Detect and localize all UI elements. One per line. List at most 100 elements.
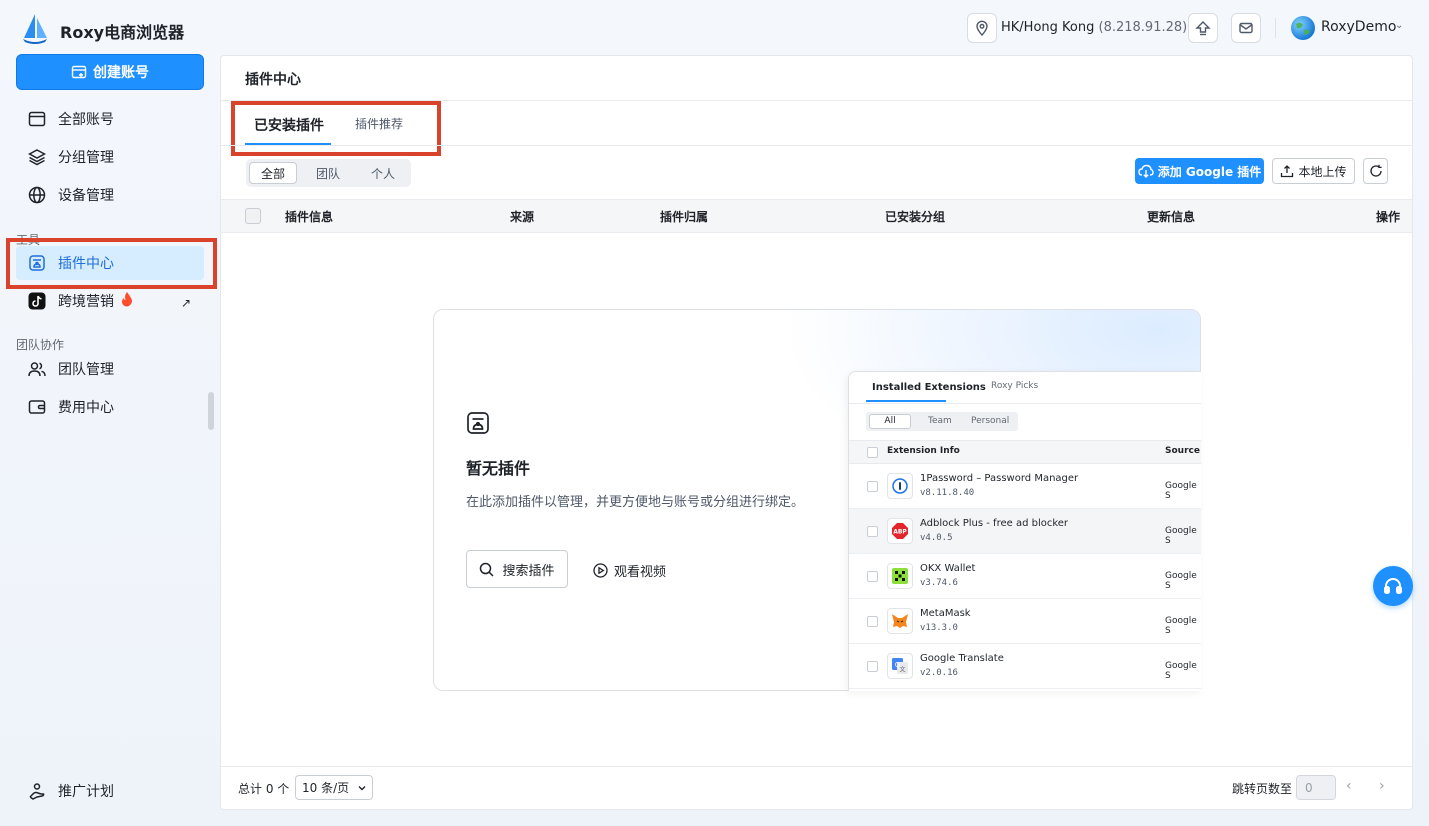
messages-button[interactable] xyxy=(1231,13,1261,43)
sidebar-item-marketing[interactable]: 跨境营销 xyxy=(16,284,204,318)
search-icon xyxy=(480,562,495,577)
sidebar-item-label: 跨境营销 xyxy=(58,294,114,310)
add-google-extension-button[interactable]: 添加 Google 插件 xyxy=(1135,158,1264,184)
preview-row-version: v4.0.5 xyxy=(920,533,953,543)
sidebar-item-affiliate[interactable]: 推广计划 xyxy=(16,774,204,808)
support-button[interactable] xyxy=(1373,566,1413,606)
users-icon xyxy=(28,362,46,377)
create-account-button[interactable]: 创建账号 xyxy=(16,54,204,90)
preview-row-source: Google S xyxy=(1165,571,1197,591)
upload-icon xyxy=(1281,165,1294,178)
sidebar-item-label: 推广计划 xyxy=(58,784,114,800)
cloud-download-icon xyxy=(1138,164,1154,178)
preview-divider xyxy=(849,403,1201,404)
sidebar-item-groups[interactable]: 分组管理 xyxy=(16,140,204,174)
sidebar-item-extensions[interactable]: 插件中心 xyxy=(16,246,204,280)
preview-row-name: 1Password – Password Manager xyxy=(920,473,1079,484)
tiktok-icon xyxy=(28,292,46,310)
select-all-checkbox[interactable] xyxy=(245,208,261,224)
preview-row-version: v8.11.8.40 xyxy=(920,488,975,498)
filter-personal[interactable]: 个人 xyxy=(359,162,407,184)
okx-icon xyxy=(887,563,913,589)
page-size-value: 10 条/页 xyxy=(302,781,350,795)
preview-filter-all: All xyxy=(869,414,911,429)
preview-row-version: v13.3.0 xyxy=(920,623,958,633)
chevron-down-icon xyxy=(358,785,366,790)
google-translate-icon: G文 xyxy=(887,653,913,679)
page-title: 插件中心 xyxy=(245,72,301,88)
preview-row-name: Adblock Plus - free ad blocker xyxy=(920,518,1069,529)
header-divider xyxy=(1275,18,1276,38)
column-header: 插件信息 xyxy=(285,210,334,224)
preview-row-source: Google S xyxy=(1165,526,1197,546)
layers-icon xyxy=(28,149,46,166)
user-name[interactable]: RoxyDemo xyxy=(1321,19,1396,35)
divider xyxy=(221,145,1412,146)
preview-filter-team: Team xyxy=(928,416,952,426)
preview-row-source: Google S xyxy=(1165,661,1197,681)
sidebar-item-label: 插件中心 xyxy=(58,256,114,272)
refresh-button[interactable] xyxy=(1363,158,1388,184)
preview-illustration: Installed Extensions Roxy Picks All Team… xyxy=(848,371,1201,691)
preview-tab-installed: Installed Extensions xyxy=(872,382,986,393)
sidebar-item-all-accounts[interactable]: 全部账号 xyxy=(16,102,204,136)
headset-icon xyxy=(1384,578,1402,594)
column-header: 来源 xyxy=(510,210,535,224)
globe-icon xyxy=(28,186,46,204)
column-header: 插件归属 xyxy=(660,210,709,224)
preview-row-source: Google S xyxy=(1165,481,1197,501)
add-window-icon xyxy=(71,65,87,79)
preview-checkbox xyxy=(867,661,878,672)
preview-row-version: v2.0.16 xyxy=(920,668,958,678)
sidebar-item-label: 分组管理 xyxy=(58,150,114,166)
create-account-label: 创建账号 xyxy=(93,65,149,81)
preview-filter-personal: Personal xyxy=(971,416,1010,426)
extension-icon xyxy=(466,411,490,439)
preview-row-name: OKX Wallet xyxy=(920,563,976,574)
column-header: 已安装分组 xyxy=(885,210,946,224)
preview-checkbox xyxy=(867,526,878,537)
refresh-icon xyxy=(1369,164,1382,177)
page-size-select[interactable]: 10 条/页 xyxy=(295,775,373,800)
app-title: Roxy电商浏览器 xyxy=(60,23,185,42)
preview-row-name: Google Translate xyxy=(920,653,1004,664)
sidebar-scrollbar[interactable] xyxy=(208,392,214,430)
sync-button[interactable] xyxy=(1188,13,1218,43)
roxy-logo xyxy=(20,12,50,44)
watch-video-link[interactable]: 观看视频 xyxy=(593,561,666,580)
sidebar-item-billing[interactable]: 费用中心 xyxy=(16,390,204,424)
sidebar-item-devices[interactable]: 设备管理 xyxy=(16,178,204,212)
proxy-location: HK/Hong Kong (8.218.91.28) xyxy=(1001,20,1187,35)
puzzle-icon xyxy=(29,255,45,271)
chevron-down-icon[interactable]: ⌄ xyxy=(1395,20,1403,31)
preview-checkbox xyxy=(867,616,878,627)
location-ip: (8.218.91.28) xyxy=(1098,20,1188,35)
column-header: 操作 xyxy=(1376,210,1401,224)
next-page-icon[interactable]: › xyxy=(1379,778,1385,794)
avatar[interactable] xyxy=(1291,16,1315,40)
mail-icon xyxy=(1239,22,1253,34)
tab-installed[interactable]: 已安装插件 xyxy=(254,115,324,135)
search-extensions-label: 搜索插件 xyxy=(502,563,555,579)
svg-text:ABP: ABP xyxy=(893,529,907,536)
jump-label: 跳转页数至 xyxy=(1232,782,1293,796)
search-extensions-button[interactable]: 搜索插件 xyxy=(466,550,568,588)
sidebar-item-label: 团队管理 xyxy=(58,362,114,378)
watch-video-label: 观看视频 xyxy=(614,565,667,580)
tab-recommended[interactable]: 插件推荐 xyxy=(355,115,403,132)
preview-row-source: Google S xyxy=(1165,616,1197,636)
local-upload-button[interactable]: 本地上传 xyxy=(1272,158,1355,184)
location-button[interactable] xyxy=(967,13,997,43)
prev-page-icon[interactable]: ‹ xyxy=(1346,778,1352,794)
preview-tab-indicator xyxy=(866,400,946,402)
fire-icon xyxy=(120,291,134,311)
jump-page-input[interactable]: 0 xyxy=(1296,775,1336,800)
total-count: 总计 0 个 xyxy=(238,782,290,796)
sidebar-item-team[interactable]: 团队管理 xyxy=(16,352,204,386)
wallet-icon xyxy=(28,400,46,414)
preview-col-source: Source xyxy=(1165,446,1200,456)
filter-team[interactable]: 团队 xyxy=(304,162,352,184)
svg-text:文: 文 xyxy=(899,666,905,674)
preview-checkbox xyxy=(867,481,878,492)
filter-all[interactable]: 全部 xyxy=(249,162,297,184)
